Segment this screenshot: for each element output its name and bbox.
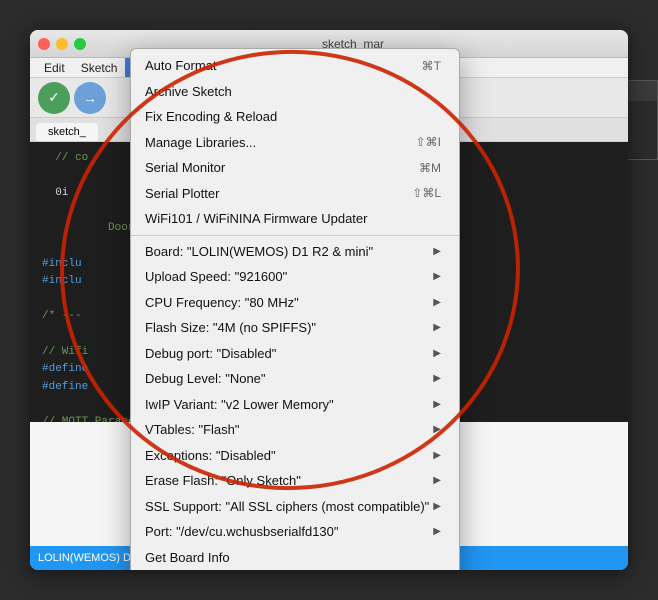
- upload-button[interactable]: →: [74, 82, 106, 114]
- menu-flash-size-label: Flash Size: "4M (no SPIFFS)": [145, 318, 316, 338]
- menu-manage-libraries-shortcut: ⇧⌘I: [416, 133, 441, 151]
- menu-ssl-support[interactable]: SSL Support: "All SSL ciphers (most comp…: [131, 494, 459, 520]
- menu-port-label: Port: "/dev/cu.wchusbserialfd130": [145, 522, 339, 542]
- menu-cpu-frequency-label: CPU Frequency: "80 MHz": [145, 293, 299, 313]
- menu-archive-sketch[interactable]: Archive Sketch: [131, 79, 459, 105]
- menu-serial-monitor-label: Serial Monitor: [145, 158, 225, 178]
- window-controls: [38, 38, 86, 50]
- menu-upload-speed-arrow: ▶: [433, 269, 441, 284]
- menu-fix-encoding[interactable]: Fix Encoding & Reload: [131, 104, 459, 130]
- menu-lwip-variant-arrow: ▶: [433, 397, 441, 412]
- menu-archive-sketch-label: Archive Sketch: [145, 82, 232, 102]
- maximize-button[interactable]: [74, 38, 86, 50]
- menu-vtables[interactable]: VTables: "Flash" ▶: [131, 417, 459, 443]
- verify-button[interactable]: ✓: [38, 82, 70, 114]
- menu-fix-encoding-label: Fix Encoding & Reload: [145, 107, 277, 127]
- menu-serial-monitor[interactable]: Serial Monitor ⌘M: [131, 155, 459, 181]
- active-tab[interactable]: sketch_: [36, 123, 98, 141]
- menu-debug-port-label: Debug port: "Disabled": [145, 344, 276, 364]
- menu-debug-port[interactable]: Debug port: "Disabled" ▶: [131, 341, 459, 367]
- menu-board[interactable]: Board: "LOLIN(WEMOS) D1 R2 & mini" ▶: [131, 239, 459, 265]
- menu-lwip-variant[interactable]: IwIP Variant: "v2 Lower Memory" ▶: [131, 392, 459, 418]
- menu-upload-speed-label: Upload Speed: "921600": [145, 267, 287, 287]
- menu-item-sketch[interactable]: Sketch: [73, 58, 126, 77]
- menu-erase-flash[interactable]: Erase Flash: "Only Sketch" ▶: [131, 468, 459, 494]
- menu-manage-libraries[interactable]: Manage Libraries... ⇧⌘I: [131, 130, 459, 156]
- menu-debug-port-arrow: ▶: [433, 346, 441, 361]
- menu-vtables-label: VTables: "Flash": [145, 420, 240, 440]
- menu-wifi-firmware-label: WiFi101 / WiFiNINA Firmware Updater: [145, 209, 367, 229]
- verify-icon: ✓: [48, 89, 60, 106]
- menu-serial-monitor-shortcut: ⌘M: [419, 159, 441, 177]
- upload-icon: →: [83, 90, 97, 106]
- menu-port-arrow: ▶: [433, 524, 441, 539]
- menu-ssl-support-arrow: ▶: [433, 499, 441, 514]
- menu-lwip-variant-label: IwIP Variant: "v2 Lower Memory": [145, 395, 334, 415]
- menu-port[interactable]: Port: "/dev/cu.wchusbserialfd130" ▶: [131, 519, 459, 545]
- menu-auto-format-label: Auto Format: [145, 56, 217, 76]
- menu-exceptions-arrow: ▶: [433, 448, 441, 463]
- menu-exceptions[interactable]: Exceptions: "Disabled" ▶: [131, 443, 459, 469]
- menu-upload-speed[interactable]: Upload Speed: "921600" ▶: [131, 264, 459, 290]
- menu-board-label: Board: "LOLIN(WEMOS) D1 R2 & mini": [145, 242, 373, 262]
- menu-get-board-info[interactable]: Get Board Info: [131, 545, 459, 571]
- tools-dropdown-menu: Auto Format ⌘T Archive Sketch Fix Encodi…: [130, 48, 460, 570]
- menu-erase-flash-arrow: ▶: [433, 473, 441, 488]
- minimize-button[interactable]: [56, 38, 68, 50]
- menu-auto-format[interactable]: Auto Format ⌘T: [131, 53, 459, 79]
- menu-serial-plotter-label: Serial Plotter: [145, 184, 219, 204]
- menu-get-board-info-label: Get Board Info: [145, 548, 230, 568]
- menu-flash-size-arrow: ▶: [433, 320, 441, 335]
- menu-debug-level-label: Debug Level: "None": [145, 369, 266, 389]
- menu-ssl-support-label: SSL Support: "All SSL ciphers (most comp…: [145, 497, 429, 517]
- menu-debug-level-arrow: ▶: [433, 371, 441, 386]
- menu-exceptions-label: Exceptions: "Disabled": [145, 446, 276, 466]
- menu-serial-plotter[interactable]: Serial Plotter ⇧⌘L: [131, 181, 459, 207]
- menu-item-edit[interactable]: Edit: [36, 58, 73, 77]
- close-button[interactable]: [38, 38, 50, 50]
- menu-cpu-frequency[interactable]: CPU Frequency: "80 MHz" ▶: [131, 290, 459, 316]
- menu-divider-1: [131, 235, 459, 236]
- menu-debug-level[interactable]: Debug Level: "None" ▶: [131, 366, 459, 392]
- menu-auto-format-shortcut: ⌘T: [422, 57, 441, 75]
- menu-cpu-frequency-arrow: ▶: [433, 295, 441, 310]
- menu-erase-flash-label: Erase Flash: "Only Sketch": [145, 471, 301, 491]
- menu-serial-plotter-shortcut: ⇧⌘L: [412, 184, 441, 202]
- menu-manage-libraries-label: Manage Libraries...: [145, 133, 256, 153]
- menu-board-arrow: ▶: [433, 244, 441, 259]
- menu-wifi-firmware[interactable]: WiFi101 / WiFiNINA Firmware Updater: [131, 206, 459, 232]
- arduino-window: sketch_mar Edit Sketch Tools Help ✓ → sk…: [30, 30, 628, 570]
- menu-vtables-arrow: ▶: [433, 422, 441, 437]
- menu-flash-size[interactable]: Flash Size: "4M (no SPIFFS)" ▶: [131, 315, 459, 341]
